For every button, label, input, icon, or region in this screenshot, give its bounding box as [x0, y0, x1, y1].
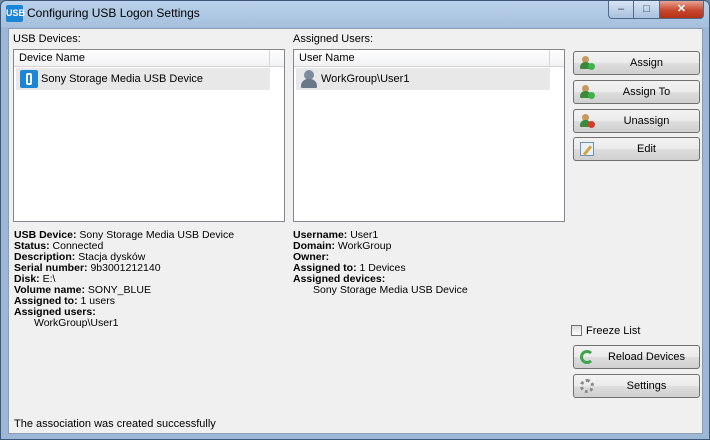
edit-icon — [580, 142, 594, 156]
user-name-column-header[interactable]: User Name — [294, 50, 564, 67]
user-icon — [300, 70, 318, 88]
window-controls: – □ ✕ — [608, 1, 704, 19]
list-item[interactable]: WorkGroup\User1 — [296, 68, 550, 90]
settings-button[interactable]: Settings — [573, 374, 700, 398]
user-name: WorkGroup\User1 — [321, 73, 410, 85]
unassign-button[interactable]: Unassign — [573, 109, 700, 133]
device-details: USB Device: Sony Storage Media USB Devic… — [14, 229, 235, 329]
reload-devices-button[interactable]: Reload Devices — [573, 345, 700, 369]
main-window: USB Configuring USB Logon Settings – □ ✕… — [0, 0, 710, 440]
user-add-icon — [580, 56, 595, 70]
usb-devices-label: USB Devices: — [13, 33, 81, 45]
device-name-column-header[interactable]: Device Name — [14, 50, 284, 67]
maximize-button[interactable]: □ — [634, 1, 660, 19]
title-bar[interactable]: USB Configuring USB Logon Settings – □ ✕ — [1, 1, 709, 28]
assigned-users-list[interactable]: User Name WorkGroup\User1 — [293, 49, 565, 222]
gear-icon — [580, 379, 594, 393]
freeze-list-checkbox[interactable] — [571, 325, 582, 336]
freeze-list-label[interactable]: Freeze List — [586, 325, 640, 337]
device-name: Sony Storage Media USB Device — [41, 73, 204, 85]
status-message: The association was created successfully — [14, 418, 216, 430]
usb-devices-list[interactable]: Device Name Sony Storage Media USB Devic… — [13, 49, 285, 222]
minimize-button[interactable]: – — [608, 1, 634, 19]
user-remove-icon — [580, 114, 595, 128]
assigned-users-label: Assigned Users: — [293, 33, 374, 45]
user-assign-icon — [580, 85, 595, 99]
list-item[interactable]: Sony Storage Media USB Device — [16, 68, 270, 90]
user-details: Username: User1 Domain: WorkGroup Owner:… — [293, 229, 468, 296]
usb-app-icon: USB — [6, 5, 25, 22]
reload-icon — [580, 350, 594, 364]
window-title: Configuring USB Logon Settings — [27, 6, 200, 20]
usb-drive-icon — [20, 70, 38, 88]
client-area: USB Devices: Device Name Sony Storage Me… — [8, 28, 703, 434]
edit-button[interactable]: Edit — [573, 137, 700, 161]
assign-to-button[interactable]: Assign To — [573, 80, 700, 104]
assign-button[interactable]: Assign — [573, 51, 700, 75]
close-button[interactable]: ✕ — [660, 1, 704, 19]
